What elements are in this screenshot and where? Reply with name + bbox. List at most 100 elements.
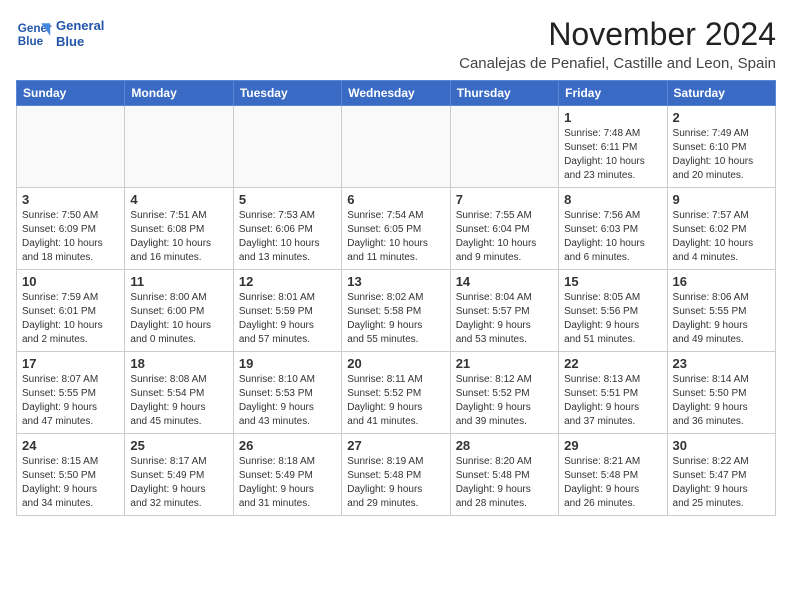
- calendar-cell: [233, 106, 341, 188]
- month-title: November 2024: [459, 16, 776, 53]
- calendar-cell: 12 Sunrise: 8:01 AM Sunset: 5:59 PM Dayli…: [233, 270, 341, 352]
- calendar-week-4: 17 Sunrise: 8:07 AM Sunset: 5:55 PM Dayli…: [17, 352, 776, 434]
- day-info: Sunrise: 7:56 AM Sunset: 6:03 PM Dayligh…: [564, 209, 661, 265]
- calendar-cell: 28Sunrise: 8:20 AM Sunset: 5:48 PM Dayli…: [450, 434, 558, 516]
- calendar-cell: 6Sunrise: 7:54 AM Sunset: 6:05 PM Daylig…: [342, 188, 450, 270]
- day-number: 8: [564, 192, 661, 207]
- day-number: 23: [673, 356, 770, 371]
- day-number: 26: [239, 438, 336, 453]
- day-number: 10: [22, 274, 119, 289]
- day-number: 7: [456, 192, 553, 207]
- calendar-cell: 20 Sunrise: 8:11 AM Sunset: 5:52 PM Dayli…: [342, 352, 450, 434]
- calendar-cell: 23 Sunrise: 8:14 AM Sunset: 5:50 PM Dayli…: [667, 352, 775, 434]
- day-number: 6: [347, 192, 444, 207]
- calendar-cell: 11Sunrise: 8:00 AM Sunset: 6:00 PM Dayli…: [125, 270, 233, 352]
- day-info: Sunrise: 8:21 AM Sunset: 5:48 PM Dayligh…: [564, 455, 661, 511]
- day-number: 12: [239, 274, 336, 289]
- day-number: 2: [673, 110, 770, 125]
- day-info: Sunrise: 8:06 AM Sunset: 5:55 PM Dayligh…: [673, 291, 770, 347]
- calendar-cell: 27 Sunrise: 8:19 AM Sunset: 5:48 PM Dayli…: [342, 434, 450, 516]
- calendar-cell: 22 Sunrise: 8:13 AM Sunset: 5:51 PM Dayli…: [559, 352, 667, 434]
- day-number: 18: [130, 356, 227, 371]
- location-title: Canalejas de Penafiel, Castille and Leon…: [459, 55, 776, 72]
- calendar-cell: 1 Sunrise: 7:48 AM Sunset: 6:11 PM Daylig…: [559, 106, 667, 188]
- day-info: Sunrise: 8:22 AM Sunset: 5:47 PM Dayligh…: [673, 455, 770, 511]
- calendar-cell: 19Sunrise: 8:10 AM Sunset: 5:53 PM Dayli…: [233, 352, 341, 434]
- day-number: 1: [564, 110, 661, 125]
- calendar-cell: 5 Sunrise: 7:53 AM Sunset: 6:06 PM Daylig…: [233, 188, 341, 270]
- day-info: Sunrise: 8:20 AM Sunset: 5:48 PM Dayligh…: [456, 455, 553, 511]
- calendar-cell: 8 Sunrise: 7:56 AM Sunset: 6:03 PM Daylig…: [559, 188, 667, 270]
- logo-line2: Blue: [56, 34, 104, 50]
- day-number: 20: [347, 356, 444, 371]
- day-number: 24: [22, 438, 119, 453]
- day-info: Sunrise: 8:07 AM Sunset: 5:55 PM Dayligh…: [22, 373, 119, 429]
- calendar-cell: 24 Sunrise: 8:15 AM Sunset: 5:50 PM Dayli…: [17, 434, 125, 516]
- day-info: Sunrise: 8:00 AM Sunset: 6:00 PM Dayligh…: [130, 291, 227, 347]
- day-number: 17: [22, 356, 119, 371]
- calendar-header-row: SundayMondayTuesdayWednesdayThursdayFrid…: [17, 81, 776, 106]
- day-number: 5: [239, 192, 336, 207]
- day-info: Sunrise: 8:15 AM Sunset: 5:50 PM Dayligh…: [22, 455, 119, 511]
- calendar-header-saturday: Saturday: [667, 81, 775, 106]
- day-info: Sunrise: 8:12 AM Sunset: 5:52 PM Dayligh…: [456, 373, 553, 429]
- calendar-cell: 7 Sunrise: 7:55 AM Sunset: 6:04 PM Daylig…: [450, 188, 558, 270]
- calendar-cell: 21Sunrise: 8:12 AM Sunset: 5:52 PM Dayli…: [450, 352, 558, 434]
- calendar: SundayMondayTuesdayWednesdayThursdayFrid…: [16, 80, 776, 516]
- day-number: 19: [239, 356, 336, 371]
- calendar-header-wednesday: Wednesday: [342, 81, 450, 106]
- day-number: 30: [673, 438, 770, 453]
- calendar-body: 1 Sunrise: 7:48 AM Sunset: 6:11 PM Daylig…: [17, 106, 776, 516]
- day-number: 14: [456, 274, 553, 289]
- calendar-week-5: 24 Sunrise: 8:15 AM Sunset: 5:50 PM Dayli…: [17, 434, 776, 516]
- calendar-header-thursday: Thursday: [450, 81, 558, 106]
- calendar-cell: 3 Sunrise: 7:50 AM Sunset: 6:09 PM Daylig…: [17, 188, 125, 270]
- day-number: 3: [22, 192, 119, 207]
- calendar-cell: [125, 106, 233, 188]
- calendar-cell: [450, 106, 558, 188]
- calendar-cell: 30 Sunrise: 8:22 AM Sunset: 5:47 PM Dayli…: [667, 434, 775, 516]
- calendar-cell: [342, 106, 450, 188]
- page-header: General Blue General Blue November 2024 …: [16, 16, 776, 72]
- day-info: Sunrise: 8:02 AM Sunset: 5:58 PM Dayligh…: [347, 291, 444, 347]
- calendar-cell: 9Sunrise: 7:57 AM Sunset: 6:02 PM Daylig…: [667, 188, 775, 270]
- day-number: 13: [347, 274, 444, 289]
- day-info: Sunrise: 7:49 AM Sunset: 6:10 PM Dayligh…: [673, 127, 770, 183]
- calendar-header-monday: Monday: [125, 81, 233, 106]
- calendar-cell: 15 Sunrise: 8:05 AM Sunset: 5:56 PM Dayli…: [559, 270, 667, 352]
- calendar-week-2: 3 Sunrise: 7:50 AM Sunset: 6:09 PM Daylig…: [17, 188, 776, 270]
- day-info: Sunrise: 8:05 AM Sunset: 5:56 PM Dayligh…: [564, 291, 661, 347]
- calendar-week-1: 1 Sunrise: 7:48 AM Sunset: 6:11 PM Daylig…: [17, 106, 776, 188]
- day-info: Sunrise: 8:01 AM Sunset: 5:59 PM Dayligh…: [239, 291, 336, 347]
- day-info: Sunrise: 8:14 AM Sunset: 5:50 PM Dayligh…: [673, 373, 770, 429]
- day-info: Sunrise: 8:13 AM Sunset: 5:51 PM Dayligh…: [564, 373, 661, 429]
- day-info: Sunrise: 7:59 AM Sunset: 6:01 PM Dayligh…: [22, 291, 119, 347]
- title-area: November 2024 Canalejas de Penafiel, Cas…: [459, 16, 776, 72]
- calendar-cell: 18Sunrise: 8:08 AM Sunset: 5:54 PM Dayli…: [125, 352, 233, 434]
- day-info: Sunrise: 7:50 AM Sunset: 6:09 PM Dayligh…: [22, 209, 119, 265]
- calendar-cell: 29 Sunrise: 8:21 AM Sunset: 5:48 PM Dayli…: [559, 434, 667, 516]
- day-info: Sunrise: 7:55 AM Sunset: 6:04 PM Dayligh…: [456, 209, 553, 265]
- day-info: Sunrise: 7:48 AM Sunset: 6:11 PM Dayligh…: [564, 127, 661, 183]
- day-number: 22: [564, 356, 661, 371]
- calendar-cell: 16 Sunrise: 8:06 AM Sunset: 5:55 PM Dayli…: [667, 270, 775, 352]
- calendar-cell: 14 Sunrise: 8:04 AM Sunset: 5:57 PM Dayli…: [450, 270, 558, 352]
- day-number: 15: [564, 274, 661, 289]
- day-info: Sunrise: 8:11 AM Sunset: 5:52 PM Dayligh…: [347, 373, 444, 429]
- calendar-cell: 26 Sunrise: 8:18 AM Sunset: 5:49 PM Dayli…: [233, 434, 341, 516]
- calendar-cell: 17 Sunrise: 8:07 AM Sunset: 5:55 PM Dayli…: [17, 352, 125, 434]
- day-number: 4: [130, 192, 227, 207]
- calendar-week-3: 10 Sunrise: 7:59 AM Sunset: 6:01 PM Dayli…: [17, 270, 776, 352]
- day-number: 9: [673, 192, 770, 207]
- day-info: Sunrise: 8:18 AM Sunset: 5:49 PM Dayligh…: [239, 455, 336, 511]
- day-number: 29: [564, 438, 661, 453]
- day-info: Sunrise: 8:04 AM Sunset: 5:57 PM Dayligh…: [456, 291, 553, 347]
- day-info: Sunrise: 8:17 AM Sunset: 5:49 PM Dayligh…: [130, 455, 227, 511]
- day-info: Sunrise: 7:53 AM Sunset: 6:06 PM Dayligh…: [239, 209, 336, 265]
- calendar-header-tuesday: Tuesday: [233, 81, 341, 106]
- logo-line1: General: [56, 18, 104, 34]
- day-number: 16: [673, 274, 770, 289]
- day-info: Sunrise: 8:19 AM Sunset: 5:48 PM Dayligh…: [347, 455, 444, 511]
- day-number: 25: [130, 438, 227, 453]
- day-number: 27: [347, 438, 444, 453]
